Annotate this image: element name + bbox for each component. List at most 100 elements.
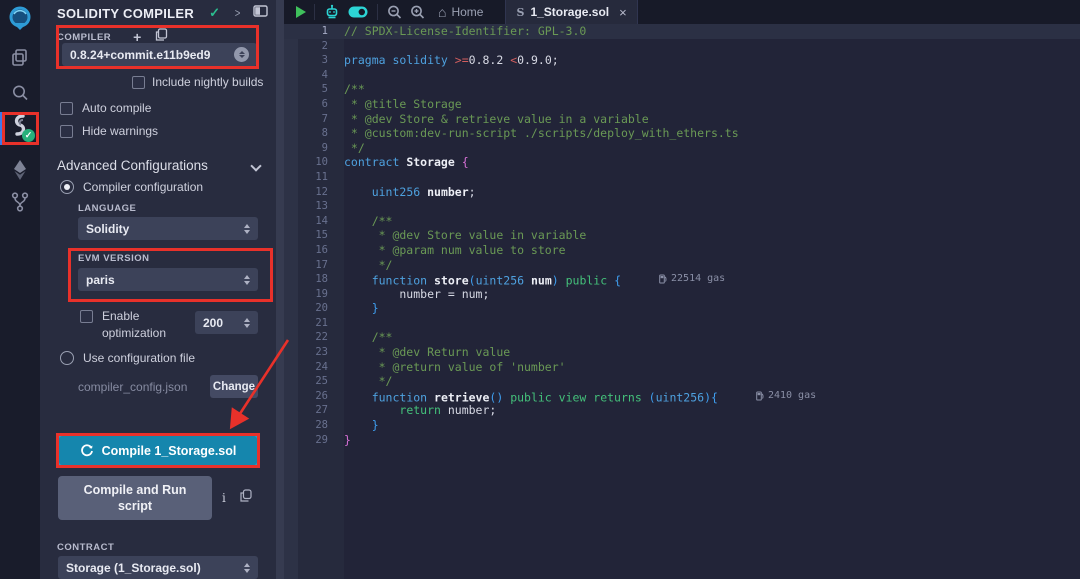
code-line[interactable]: 9 */ — [284, 141, 1080, 156]
split-panel-icon[interactable] — [253, 4, 268, 22]
code-line[interactable]: 10contract Storage { — [284, 155, 1080, 170]
contract-select[interactable]: Storage (1_Storage.sol) — [58, 556, 258, 579]
code-line[interactable]: 19 number = num; — [284, 287, 1080, 302]
code-line[interactable]: 5/** — [284, 82, 1080, 97]
tab-close-icon[interactable]: × — [619, 5, 627, 20]
code-line[interactable]: 28 } — [284, 418, 1080, 433]
language-value: Solidity — [86, 222, 129, 236]
activity-bar: ✓ — [0, 0, 40, 579]
evm-caret-icon — [244, 275, 250, 285]
line-number: 7 — [284, 112, 344, 127]
code-line[interactable]: 24 * @return value of 'number' — [284, 360, 1080, 375]
home-tab-label[interactable]: Home — [451, 5, 483, 19]
config-filename: compiler_config.json — [78, 380, 187, 394]
line-number: 10 — [284, 155, 344, 170]
code-line[interactable]: 4 — [284, 68, 1080, 83]
line-number: 5 — [284, 82, 344, 97]
deploy-run-icon[interactable] — [0, 158, 40, 182]
code-line[interactable]: 29} — [284, 433, 1080, 448]
gas-estimate-badge: 22514 gas — [659, 272, 725, 287]
forward-chevron-icon[interactable]: > — [235, 6, 241, 20]
line-number: 20 — [284, 301, 344, 316]
compile-button-label: Compile 1_Storage.sol — [102, 444, 237, 458]
code-line[interactable]: 27 return number; — [284, 403, 1080, 418]
code-line[interactable]: 26 function retrieve() public view retur… — [284, 389, 1080, 404]
code-line[interactable]: 6 * @title Storage — [284, 97, 1080, 112]
git-icon[interactable] — [0, 190, 40, 214]
optimization-runs-value: 200 — [203, 316, 223, 330]
code-line[interactable]: 16 * @param num value to store — [284, 243, 1080, 258]
compiled-check-icon: ✓ — [209, 5, 220, 21]
code-line[interactable]: 20 } — [284, 301, 1080, 316]
solidity-compiler-panel: SOLIDITY COMPILER ✓ > COMPILER + 0.8.24+ — [40, 0, 278, 579]
divider — [314, 4, 315, 20]
enable-optimization-checkbox[interactable] — [80, 310, 93, 323]
version-stepper-icon[interactable] — [234, 47, 249, 62]
search-icon[interactable] — [0, 82, 40, 104]
code-line[interactable]: 23 * @dev Return value — [284, 345, 1080, 360]
line-number: 14 — [284, 214, 344, 229]
line-number: 19 — [284, 287, 344, 302]
evm-version-value: paris — [86, 273, 115, 287]
compiler-section-label: COMPILER — [57, 32, 111, 43]
code-line[interactable]: 12 uint256 number; — [284, 185, 1080, 200]
code-line[interactable]: 1// SPDX-License-Identifier: GPL-3.0 — [284, 24, 1080, 39]
home-icon[interactable]: ⌂ — [438, 4, 446, 20]
line-number: 15 — [284, 228, 344, 243]
compiler-version-select[interactable]: 0.8.24+commit.e11b9ed9 — [62, 43, 257, 66]
change-config-button[interactable]: Change — [210, 375, 258, 398]
code-line[interactable]: 18 function store(uint256 num) public {2… — [284, 272, 1080, 287]
compiler-configuration-label: Compiler configuration — [83, 180, 203, 194]
ai-assistant-icon[interactable] — [323, 3, 341, 21]
line-number: 25 — [284, 374, 344, 389]
file-explorer-icon[interactable] — [0, 46, 40, 68]
code-line[interactable]: 14 /** — [284, 214, 1080, 229]
code-line[interactable]: 15 * @dev Store value in variable — [284, 228, 1080, 243]
line-number: 12 — [284, 185, 344, 200]
solidity-file-icon: S — [516, 6, 524, 19]
language-caret-icon — [244, 224, 250, 234]
code-line[interactable]: 17 */ — [284, 258, 1080, 273]
language-label: LANGUAGE — [78, 203, 136, 214]
ai-toggle-icon[interactable] — [347, 4, 369, 20]
compile-and-run-button[interactable]: Compile and Run script — [58, 476, 212, 520]
runs-stepper-icon[interactable] — [244, 318, 250, 328]
code-line[interactable]: 11 — [284, 170, 1080, 185]
code-line[interactable]: 13 — [284, 199, 1080, 214]
code-line[interactable]: 25 */ — [284, 374, 1080, 389]
nightly-builds-checkbox[interactable] — [132, 76, 145, 89]
code-line[interactable]: 22 /** — [284, 330, 1080, 345]
optimization-runs-input[interactable]: 200 — [195, 311, 258, 334]
info-icon[interactable]: i — [222, 491, 226, 505]
code-editor[interactable]: 1// SPDX-License-Identifier: GPL-3.023pr… — [284, 24, 1080, 579]
advanced-configurations-header[interactable]: Advanced Configurations — [57, 158, 260, 173]
line-number: 4 — [284, 68, 344, 83]
panel-resize-handle[interactable] — [276, 0, 284, 579]
compiler-configuration-radio[interactable] — [60, 180, 74, 194]
code-line[interactable]: 3pragma solidity >=0.8.2 <0.9.0; — [284, 53, 1080, 68]
copy-icon[interactable] — [240, 489, 252, 507]
run-script-icon[interactable] — [296, 6, 306, 18]
line-number: 3 — [284, 53, 344, 68]
chevron-down-icon — [250, 160, 261, 171]
add-compiler-icon[interactable]: + — [133, 32, 141, 42]
code-line[interactable]: 2 — [284, 39, 1080, 54]
zoom-in-icon[interactable] — [409, 4, 426, 21]
code-line[interactable]: 21 — [284, 316, 1080, 331]
advanced-configurations-label: Advanced Configurations — [57, 158, 208, 173]
line-number: 18 — [284, 272, 344, 287]
compile-button[interactable]: Compile 1_Storage.sol — [58, 435, 258, 466]
use-configuration-file-radio[interactable] — [60, 351, 74, 365]
evm-version-label: EVM VERSION — [78, 253, 150, 264]
language-select[interactable]: Solidity — [78, 217, 258, 240]
line-number: 23 — [284, 345, 344, 360]
zoom-out-icon[interactable] — [386, 4, 403, 21]
hide-warnings-label: Hide warnings — [82, 124, 158, 138]
code-line[interactable]: 7 * @dev Store & retrieve value in a var… — [284, 112, 1080, 127]
hide-warnings-checkbox[interactable] — [60, 125, 73, 138]
auto-compile-checkbox[interactable] — [60, 102, 73, 115]
code-line[interactable]: 8 * @custom:dev-run-script ./scripts/dep… — [284, 126, 1080, 141]
evm-version-select[interactable]: paris — [78, 268, 258, 291]
tab-1-storage-sol[interactable]: S 1_Storage.sol × — [505, 0, 637, 24]
remix-logo[interactable] — [0, 5, 40, 33]
